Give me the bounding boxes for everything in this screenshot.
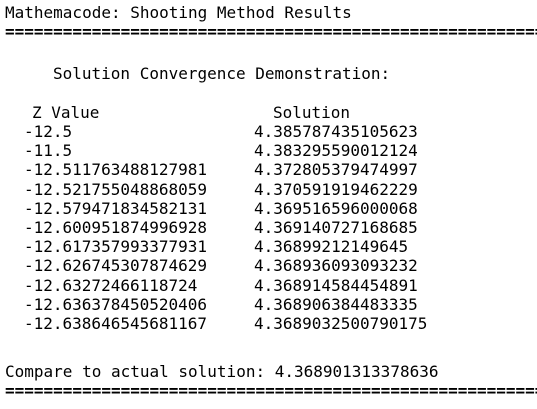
results-table: -12.5 4.385787435105623 -11.5 4.38329559… bbox=[24, 122, 427, 333]
solution-value: 4.370591919462229 bbox=[254, 179, 418, 199]
z-value: -12.511763488127981 bbox=[24, 160, 208, 180]
z-value: -12.626745307874629 bbox=[24, 256, 208, 276]
table-row: -12.511763488127981 4.372805379474997 bbox=[24, 160, 418, 179]
comparison-line: Compare to actual solution: 4.3689013133… bbox=[5, 362, 439, 381]
solution-value: 4.369140727168685 bbox=[254, 217, 418, 237]
z-value: -12.521755048868059 bbox=[24, 179, 208, 199]
z-value: -12.636378450520406 bbox=[24, 294, 208, 314]
section-heading: Solution Convergence Demonstration: bbox=[53, 64, 391, 83]
solution-value: 4.368914584454891 bbox=[254, 275, 418, 295]
table-row: -12.638646545681167 4.3689032500790175 bbox=[24, 314, 427, 333]
table-row: -12.521755048868059 4.370591919462229 bbox=[24, 180, 418, 199]
z-value: -12.600951874996928 bbox=[24, 217, 208, 237]
table-row: -12.600951874996928 4.369140727168685 bbox=[24, 218, 418, 237]
solution-value: 4.372805379474997 bbox=[254, 160, 418, 180]
table-row: -12.636378450520406 4.368906384483335 bbox=[24, 295, 418, 314]
separator-bottom: ========================================… bbox=[5, 381, 537, 400]
z-value: -11.5 bbox=[24, 141, 73, 161]
solution-value: 4.369516596000068 bbox=[254, 198, 418, 218]
table-row: -12.626745307874629 4.368936093093232 bbox=[24, 256, 418, 275]
separator-top: ========================================… bbox=[5, 22, 537, 41]
column-header-solution: Solution bbox=[273, 103, 351, 122]
column-header-z: Z Value bbox=[32, 103, 100, 122]
z-value: -12.579471834582131 bbox=[24, 198, 208, 218]
z-value: -12.63272466118724 bbox=[24, 275, 198, 295]
solution-value: 4.3689032500790175 bbox=[254, 313, 428, 333]
terminal-output: { "title": "Mathemacode: Shooting Method… bbox=[0, 0, 537, 409]
table-row: -12.617357993377931 4.36899212149645 bbox=[24, 237, 408, 256]
table-row: -12.579471834582131 4.369516596000068 bbox=[24, 199, 418, 218]
table-row: -12.63272466118724 4.368914584454891 bbox=[24, 276, 418, 295]
solution-value: 4.36899212149645 bbox=[254, 237, 409, 257]
table-row: -12.5 4.385787435105623 bbox=[24, 122, 418, 141]
solution-value: 4.385787435105623 bbox=[254, 122, 418, 141]
solution-value: 4.368906384483335 bbox=[254, 294, 418, 314]
z-value: -12.617357993377931 bbox=[24, 237, 208, 257]
z-value: -12.5 bbox=[24, 122, 73, 141]
solution-value: 4.368936093093232 bbox=[254, 256, 418, 276]
z-value: -12.638646545681167 bbox=[24, 313, 208, 333]
table-row: -11.5 4.383295590012124 bbox=[24, 141, 418, 160]
solution-value: 4.383295590012124 bbox=[254, 141, 418, 161]
page-title: Mathemacode: Shooting Method Results bbox=[5, 3, 352, 22]
